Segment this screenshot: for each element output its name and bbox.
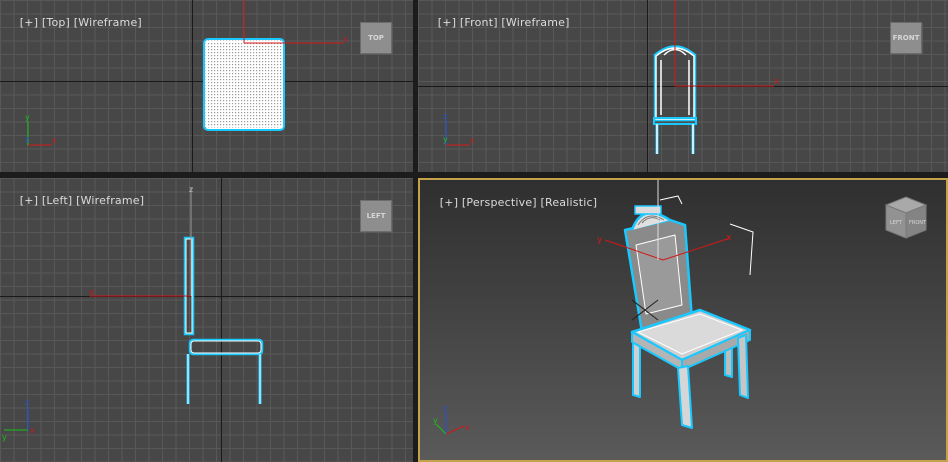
svg-text:z: z <box>25 135 29 144</box>
svg-text:z: z <box>443 404 447 413</box>
viewport-perspective[interactable]: [+] [Perspective] [Realistic] LEFT FRONT <box>418 178 948 462</box>
svg-text:x: x <box>30 426 35 435</box>
svg-text:x: x <box>470 136 475 145</box>
svg-text:z: z <box>189 185 193 194</box>
svg-text:y: y <box>597 235 603 245</box>
perspective-scene: LEFT FRONT x y x z y <box>433 180 928 435</box>
chair-wireframe-left <box>183 236 264 404</box>
svg-text:x: x <box>52 136 57 145</box>
svg-text:y: y <box>433 416 438 425</box>
transform-gizmo: x <box>674 0 780 87</box>
svg-text:FRONT: FRONT <box>909 220 927 226</box>
chair-wireframe-top <box>203 38 285 131</box>
top-view-scene: x x y z <box>25 0 348 146</box>
svg-text:x: x <box>465 423 470 432</box>
svg-text:z: z <box>443 112 447 121</box>
transform-gizmo: x <box>243 0 348 44</box>
left-view-scene: y z y z x <box>2 185 264 442</box>
viewcube-3d[interactable]: LEFT FRONT <box>884 196 928 239</box>
transform-gizmo: y z <box>89 185 193 298</box>
svg-text:x: x <box>726 233 732 243</box>
svg-text:y: y <box>25 113 30 122</box>
axis-tripod-icon: y z x <box>2 398 35 442</box>
svg-text:x: x <box>343 34 348 44</box>
viewport-front[interactable]: [+] [Front] [Wireframe] FRONT x x z y <box>418 0 948 172</box>
front-view-scene: x x z y <box>443 0 780 154</box>
svg-text:y: y <box>443 135 448 144</box>
svg-text:y: y <box>2 433 7 442</box>
viewport-top[interactable]: [+] [Top] [Wireframe] TOP x x y z <box>0 0 413 172</box>
svg-text:x: x <box>774 77 780 87</box>
svg-text:y: y <box>89 288 95 298</box>
axis-tripod-icon: x z y <box>443 112 475 146</box>
viewport-left[interactable]: [+] [Left] [Wireframe] LEFT y z y z x <box>0 178 413 462</box>
axis-tripod-icon: x y z <box>25 113 57 146</box>
svg-text:z: z <box>25 398 29 407</box>
axis-tripod-icon: x z y <box>433 404 470 435</box>
svg-text:LEFT: LEFT <box>890 220 903 226</box>
